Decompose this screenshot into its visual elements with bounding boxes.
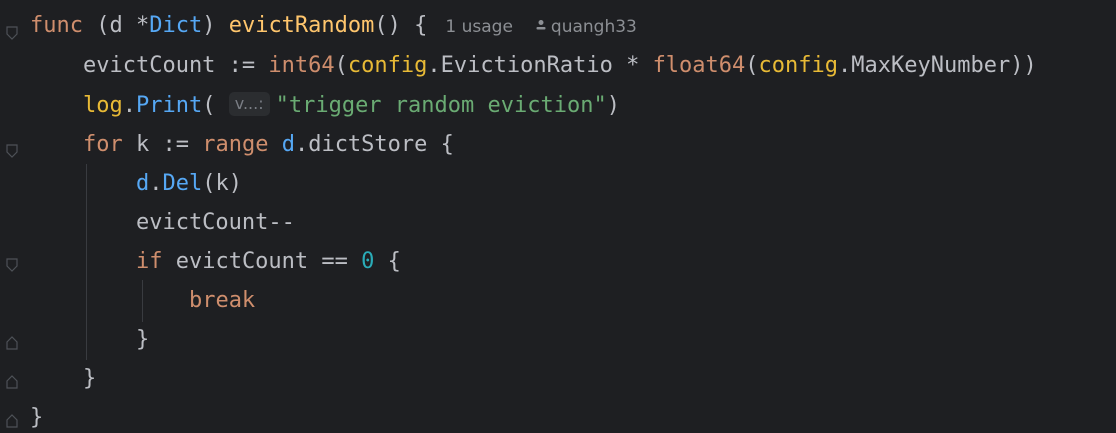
- fold-end-icon[interactable]: [6, 336, 18, 350]
- fold-end-icon[interactable]: [6, 414, 18, 428]
- code-token: evictRandom: [228, 13, 375, 38]
- author-hint[interactable]: quangh33: [551, 17, 637, 37]
- code-token: (: [334, 53, 348, 78]
- code-line[interactable]: if evictCount == 0 {: [30, 242, 401, 281]
- code-token: range: [202, 132, 269, 157]
- code-token: () {: [374, 13, 428, 38]
- code-line[interactable]: for k := range d.dictStore {: [30, 125, 454, 164]
- usages-hint[interactable]: 1 usage: [445, 17, 513, 37]
- code-token: (k): [202, 171, 242, 196]
- fold-start-icon[interactable]: [6, 258, 18, 272]
- code-token: .MaxKeyNumber)): [838, 53, 1037, 78]
- code-token: }: [30, 366, 97, 391]
- code-token: k :=: [122, 132, 203, 157]
- code-line[interactable]: evictCount--: [30, 203, 295, 242]
- code-token: ): [606, 93, 620, 118]
- code-token: Del: [162, 171, 203, 196]
- code-token: ): [202, 13, 229, 38]
- code-token: }: [30, 405, 44, 430]
- code-editor[interactable]: func (d *Dict) evictRandom() {1 usage qua…: [0, 0, 1116, 433]
- parameter-hint: v...:: [228, 92, 270, 116]
- code-line[interactable]: }: [30, 359, 96, 398]
- code-token: log: [82, 93, 123, 118]
- code-token: }: [30, 327, 150, 352]
- fold-start-icon[interactable]: [6, 26, 18, 40]
- code-line[interactable]: evictCount := int64(config.EvictionRatio…: [30, 46, 1037, 85]
- code-token: if: [135, 249, 163, 274]
- code-line[interactable]: func (d *Dict) evictRandom() { 1 usage qua…: [30, 6, 637, 45]
- gutter: [0, 0, 28, 433]
- code-token: d: [135, 171, 150, 196]
- author-icon: [535, 5, 547, 44]
- code-token: .EvictionRatio *: [427, 53, 653, 78]
- fold-start-icon[interactable]: [6, 144, 18, 158]
- code-token: (: [202, 93, 229, 118]
- code-token: evictCount :=: [30, 53, 269, 78]
- code-line[interactable]: }: [30, 320, 149, 359]
- code-token: Dict: [149, 13, 203, 38]
- code-token: Print: [135, 93, 203, 118]
- code-token: {: [374, 249, 401, 274]
- code-token: .dictStore {: [294, 132, 454, 157]
- code-token: evictCount ==: [162, 249, 362, 274]
- fold-end-icon[interactable]: [6, 375, 18, 389]
- code-token: d: [268, 132, 295, 157]
- code-token: *: [135, 13, 150, 38]
- code-token: .: [149, 171, 163, 196]
- code-token: (: [745, 53, 759, 78]
- code-token: 0: [361, 249, 375, 274]
- code-token: break: [188, 288, 256, 313]
- code-token: config: [758, 53, 839, 78]
- code-token: .: [122, 93, 136, 118]
- code-token: (d: [82, 13, 136, 38]
- code-line[interactable]: log.Print( v...: "trigger random eviction…: [30, 86, 620, 125]
- code-token: "trigger random eviction": [275, 93, 607, 118]
- code-token: int64: [268, 53, 335, 78]
- code-token: float64: [652, 53, 746, 78]
- code-token: evictCount--: [30, 210, 295, 235]
- code-line[interactable]: break: [30, 281, 255, 320]
- code-token: for: [82, 132, 123, 157]
- code-token: func: [30, 13, 83, 38]
- code-line[interactable]: }: [30, 398, 43, 433]
- code-line[interactable]: d.Del(k): [30, 164, 242, 203]
- code-token: config: [347, 53, 428, 78]
